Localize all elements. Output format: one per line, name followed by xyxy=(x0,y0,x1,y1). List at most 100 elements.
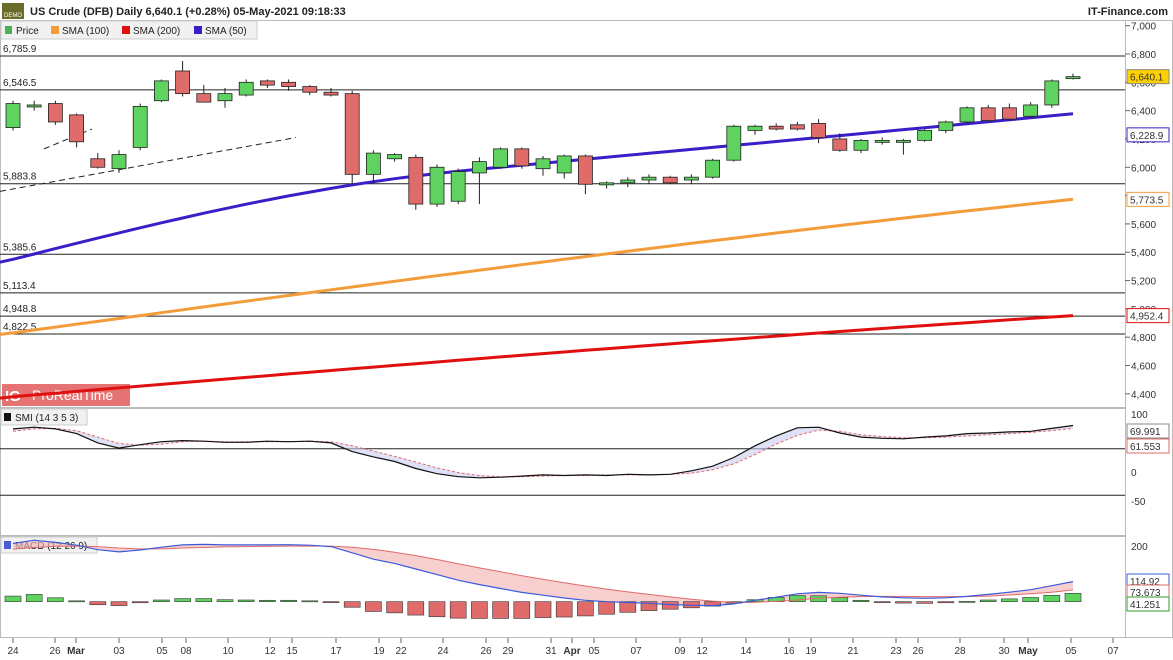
x-tick-label: 26 xyxy=(480,646,492,657)
last-price-tag: 6,640.1 xyxy=(1130,73,1164,84)
candle-body xyxy=(259,80,275,86)
candle-body xyxy=(768,125,784,130)
brand-label[interactable]: IT-Finance.com xyxy=(1088,6,1168,18)
candle-body xyxy=(175,70,191,95)
legend-sma100-label: SMA (100) xyxy=(62,26,109,37)
x-tick-label: 07 xyxy=(630,646,642,657)
macd-histogram-bar xyxy=(449,601,467,619)
y-tick-label: 4,400 xyxy=(1131,390,1156,401)
y-tick-label: 4,600 xyxy=(1131,362,1156,373)
y-tick-label: 6,400 xyxy=(1131,107,1156,118)
x-tick-label: 22 xyxy=(395,646,407,657)
macd-histogram-bar xyxy=(89,601,107,606)
level-label: 6,785.9 xyxy=(3,44,37,55)
macd-histogram-bar xyxy=(68,600,85,603)
x-tick-label: 26 xyxy=(912,646,924,657)
candle-body xyxy=(26,104,42,108)
candle-body xyxy=(641,176,657,181)
x-tick-label: May xyxy=(1018,646,1038,657)
candle-body xyxy=(69,114,84,143)
candle-body xyxy=(471,161,487,174)
legend-sma200-label: SMA (200) xyxy=(133,26,180,37)
candle-body xyxy=(281,81,297,87)
candle-body xyxy=(365,152,381,175)
y-tick-label: 6,800 xyxy=(1131,50,1156,61)
candle-body xyxy=(1044,80,1060,106)
candle-body xyxy=(450,171,466,202)
macd-histogram-bar xyxy=(4,595,22,602)
candle-body xyxy=(1023,104,1038,117)
candle-body xyxy=(556,155,572,174)
x-tick-label: 08 xyxy=(180,646,192,657)
legend-sma100-swatch xyxy=(51,26,59,34)
level-label: 5,385.6 xyxy=(3,242,37,253)
x-tick-label: 17 xyxy=(330,646,342,657)
x-tick-label: 05 xyxy=(1065,646,1077,657)
candle-body xyxy=(811,122,826,138)
macd-histogram-bar xyxy=(110,601,128,606)
macd-histogram-bar xyxy=(873,601,891,603)
macd-histogram-bar xyxy=(1043,594,1061,602)
candle-body xyxy=(302,86,318,93)
macd-histogram-bar xyxy=(555,601,573,618)
candle-body xyxy=(896,139,911,143)
macd-histogram-bar xyxy=(513,601,531,619)
x-tick-label: 19 xyxy=(373,646,385,657)
candle-body xyxy=(684,176,699,181)
macd-histogram-bar xyxy=(322,601,340,603)
macd-histogram-bar xyxy=(174,598,191,602)
level-label: 5,883.8 xyxy=(3,172,37,183)
macd-histogram-bar xyxy=(937,601,955,604)
x-tick-label: 03 xyxy=(113,646,125,657)
smi-last-tag: 69.991 xyxy=(1130,427,1161,438)
x-tick-label: 28 xyxy=(954,646,966,657)
macd-histogram-bar xyxy=(25,594,43,602)
macd-histogram-bar xyxy=(471,601,488,619)
last-sma50-tag: 6,228.9 xyxy=(1130,131,1164,142)
candle-body xyxy=(111,154,127,170)
chart-title: US Crude (DFB) Daily 6,640.1 (+0.28%) 05… xyxy=(30,6,346,18)
candle-body xyxy=(853,139,869,151)
x-tick-label: 05 xyxy=(156,646,168,657)
y-tick-label: 7,000 xyxy=(1131,22,1156,33)
x-tick-label: 12 xyxy=(264,646,276,657)
macd-histogram-bar xyxy=(216,599,234,602)
macd-histogram-bar xyxy=(301,600,319,603)
smi-tick-label: 100 xyxy=(1131,410,1148,421)
x-tick-label: 24 xyxy=(437,646,449,657)
legend-sma50-label: SMA (50) xyxy=(205,26,247,37)
macd-histogram-bar xyxy=(534,601,552,618)
smi-tick-label: 0 xyxy=(1131,468,1137,479)
macd-histogram-bar xyxy=(979,599,997,602)
macd-histogram-bar xyxy=(895,601,912,604)
macd-histogram-bar xyxy=(386,601,403,614)
macd-histogram-bar xyxy=(131,601,149,604)
smi-panel-frame xyxy=(0,408,1126,536)
legend-price-label: Price xyxy=(16,26,39,37)
candle-body xyxy=(514,148,530,167)
x-tick-label: 31 xyxy=(545,646,557,657)
candle-body xyxy=(938,121,954,131)
level-label: 6,546.5 xyxy=(3,78,37,89)
chart-header: DEMO US Crude (DFB) Daily 6,640.1 (+0.28… xyxy=(2,3,1168,19)
legend-price-swatch xyxy=(5,26,12,34)
candle-body xyxy=(132,105,148,148)
level-label: 4,948.8 xyxy=(3,304,37,315)
candle-body xyxy=(217,93,233,102)
smi-swatch xyxy=(4,413,11,421)
x-tick-label: 21 xyxy=(847,646,859,657)
macd-histogram-bar xyxy=(280,599,297,602)
y-tick-label: 5,200 xyxy=(1131,277,1156,288)
last-sma200-tag: 4,952.4 xyxy=(1130,312,1164,323)
macd-histogram-bar xyxy=(831,597,849,602)
macd-histogram-bar xyxy=(343,601,361,608)
candle-body xyxy=(90,158,106,168)
macd-histogram-bar xyxy=(237,599,255,602)
x-tick-label: 16 xyxy=(783,646,795,657)
x-tick-label: 29 xyxy=(502,646,514,657)
x-tick-label: Apr xyxy=(563,646,580,657)
macd-histogram-bar xyxy=(195,598,213,602)
x-tick-label: 30 xyxy=(998,646,1010,657)
legend-sma200-swatch xyxy=(122,26,130,34)
x-tick-label: 07 xyxy=(1107,646,1119,657)
